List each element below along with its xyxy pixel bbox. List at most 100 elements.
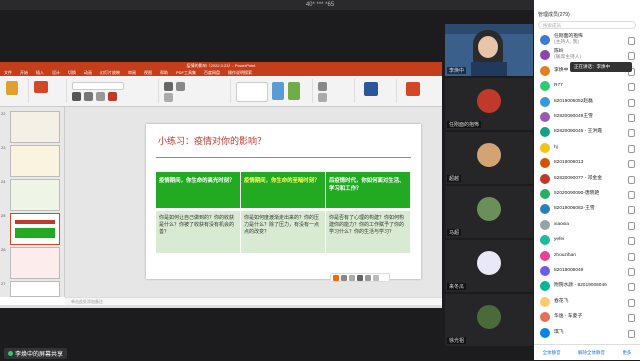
slides-group: [30, 79, 67, 103]
participants-panel: 管理成员(279) 搜索成员 任刚面的抱怖 (主持人, 我) 陈岭 (联席主持人) 李焕…: [534, 0, 640, 360]
designer-group: [398, 79, 438, 103]
member-row[interactable]: 附院水颜 - 82019006046: [534, 280, 640, 292]
quick-styles-icon[interactable]: [288, 82, 300, 100]
member-name: 陈岭 (联席主持人): [554, 49, 581, 61]
mic-icon[interactable]: [628, 314, 635, 323]
mic-icon[interactable]: [628, 221, 635, 230]
member-avatar: [540, 65, 550, 76]
share-tag-label: 李焕中的屏幕共享: [15, 352, 64, 358]
font-color-icon[interactable]: [108, 92, 117, 101]
italic-icon[interactable]: [84, 92, 93, 101]
mic-icon[interactable]: [628, 268, 635, 276]
member-row[interactable]: 82019006052赵磊: [534, 96, 640, 108]
find-icon[interactable]: [318, 82, 327, 91]
member-row[interactable]: R77: [534, 80, 640, 92]
member-row[interactable]: 82019006082-王雪: [534, 203, 640, 215]
member-avatar: [540, 173, 550, 184]
mute-all-button[interactable]: 全体静音: [543, 350, 561, 356]
notes-pane[interactable]: 单击此处添加备注: [65, 297, 442, 305]
font-select[interactable]: [72, 82, 124, 90]
mic-icon[interactable]: [628, 206, 635, 215]
replace-icon[interactable]: [318, 93, 327, 102]
screen-share-tag[interactable]: 李焕中的屏幕共享: [4, 348, 68, 359]
member-avatar: [540, 189, 550, 199]
member-row[interactable]: 陈岭 (联席主持人): [534, 49, 640, 61]
member-avatar: [540, 296, 550, 307]
slide: 小练习：疫情对你的影响？ 疫情期间，你生命的高光时刻？ 疫情期间，你生命的至暗时…: [146, 124, 421, 279]
member-row[interactable]: zhouzihan: [534, 250, 640, 262]
ime-settings-icon[interactable]: [373, 274, 379, 281]
slide-thumbnail-selected[interactable]: [10, 213, 60, 245]
mic-icon[interactable]: [628, 144, 635, 153]
video-tile[interactable]: 超越: [445, 132, 533, 184]
member-name-text: xiaoxia: [554, 221, 569, 227]
ime-mic-icon[interactable]: [357, 274, 363, 281]
member-search-input[interactable]: 搜索成员: [538, 21, 636, 29]
member-avatar: [540, 127, 550, 138]
member-row[interactable]: 82820090045 - 王洪霞: [534, 126, 640, 138]
member-row[interactable]: 华逸 - 车菱子: [534, 311, 640, 323]
member-row[interactable]: yefei: [534, 234, 640, 246]
ime-lang-icon[interactable]: [341, 274, 347, 281]
designer-icon[interactable]: [406, 82, 420, 96]
mic-icon[interactable]: [628, 237, 635, 246]
more-button[interactable]: 更多: [622, 350, 631, 356]
member-name-text: hj: [554, 144, 558, 150]
ime-punct-icon[interactable]: [349, 274, 355, 281]
slide-thumbnail[interactable]: [10, 145, 60, 177]
member-row[interactable]: hj: [534, 142, 640, 154]
align-left-icon[interactable]: [164, 93, 173, 102]
mic-icon[interactable]: [628, 52, 635, 61]
member-name: yefei: [554, 234, 564, 246]
mic-icon[interactable]: [628, 114, 635, 122]
bullets-icon[interactable]: [164, 82, 173, 91]
paste-icon[interactable]: [6, 81, 18, 95]
mic-icon[interactable]: [628, 98, 635, 107]
bold-icon[interactable]: [72, 92, 81, 101]
mic-icon[interactable]: [628, 160, 635, 169]
member-avatar: [540, 250, 550, 261]
ime-keyboard-icon[interactable]: [365, 274, 371, 281]
shapes-gallery[interactable]: [236, 82, 268, 102]
member-row[interactable]: 琪飞: [534, 327, 640, 339]
video-label: 徐光祖: [447, 337, 467, 344]
ime-toolbar[interactable]: [330, 273, 390, 282]
video-tile[interactable]: 徐光祖: [445, 294, 533, 346]
mic-icon[interactable]: [628, 283, 635, 292]
member-row[interactable]: 82019006049: [534, 265, 640, 277]
cartoon-avatar: [477, 251, 501, 275]
member-avatar: [540, 81, 550, 92]
member-row[interactable]: 82820090049王雪: [534, 111, 640, 123]
member-row[interactable]: 82019006013: [534, 157, 640, 169]
member-row[interactable]: 52020090090-唐晓艳: [534, 188, 640, 200]
unmute-all-button[interactable]: 解除全体静音: [578, 350, 605, 356]
slide-thumbnail[interactable]: [10, 179, 60, 211]
mic-icon[interactable]: [628, 83, 635, 92]
member-name-text: 82019006082-王雪: [554, 206, 595, 212]
mic-icon[interactable]: [628, 252, 635, 261]
video-tile[interactable]: 马超: [445, 186, 533, 238]
slide-thumbnail[interactable]: [10, 247, 60, 279]
new-slide-icon[interactable]: [34, 81, 48, 93]
member-name: 春花飞: [554, 296, 568, 308]
member-row[interactable]: 任刚面的抱怖 (主持人, 我): [534, 34, 640, 46]
mic-icon[interactable]: [628, 129, 635, 138]
dictate-icon[interactable]: [364, 82, 378, 96]
slide-thumbnail[interactable]: [10, 111, 60, 143]
member-row[interactable]: 春花飞: [534, 296, 640, 308]
slide-thumbnail[interactable]: [10, 281, 60, 297]
video-tile[interactable]: 任刚面的抱怖: [445, 78, 533, 130]
underline-icon[interactable]: [96, 92, 105, 101]
video-tile[interactable]: 来冬瓜: [445, 240, 533, 292]
member-row[interactable]: xiaoxia: [534, 219, 640, 231]
mic-icon[interactable]: [628, 298, 635, 307]
member-row[interactable]: 52820090077 - 邓金金: [534, 173, 640, 185]
mic-icon[interactable]: [628, 191, 635, 199]
numbering-icon[interactable]: [176, 82, 185, 91]
mic-icon[interactable]: [628, 329, 635, 338]
mic-icon[interactable]: [628, 175, 635, 184]
arrange-icon[interactable]: [272, 82, 284, 100]
member-avatar: [540, 142, 550, 153]
video-tile-speaker[interactable]: 李焕中: [445, 24, 533, 76]
mic-icon[interactable]: [628, 37, 635, 45]
